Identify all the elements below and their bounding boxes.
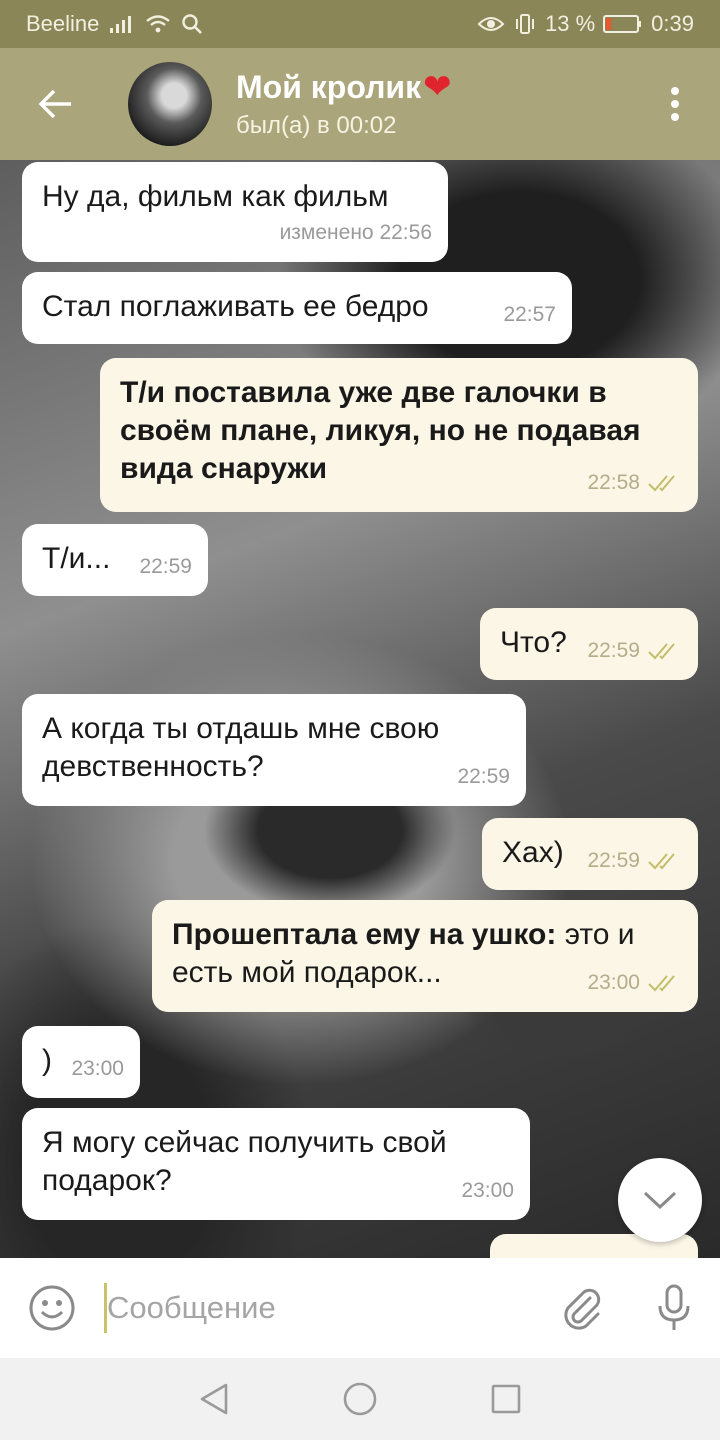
message-time: 22:59: [139, 555, 192, 578]
message-text: Что?: [500, 626, 567, 659]
double-check-icon: [648, 643, 675, 660]
vibrate-icon: [516, 14, 535, 34]
message-bubble[interactable]: Что? 22:59: [480, 608, 698, 680]
message-time: 22:59: [587, 639, 640, 662]
emoji-button[interactable]: [0, 1258, 104, 1358]
chat-title-block[interactable]: Мой кролик ❤ был(а) в 00:02: [236, 69, 452, 140]
scroll-down-button[interactable]: [618, 1158, 702, 1242]
circle-home-icon: [343, 1382, 377, 1416]
mic-button[interactable]: [628, 1258, 720, 1358]
message-time: 23:00: [587, 971, 640, 994]
message-time: 22:58: [587, 471, 640, 494]
message-time: 22:59: [587, 849, 640, 872]
double-check-icon: [648, 475, 675, 492]
message-text: Я могу сейчас получить свой подарок?: [42, 1126, 447, 1197]
message-text: А когда ты отдашь мне свою девственность…: [42, 712, 440, 783]
message-text: Ну да, фильм как фильм: [42, 180, 389, 213]
message-bubble[interactable]: ) 23:00: [22, 1026, 140, 1098]
wifi-icon: [146, 15, 171, 33]
message-bubble[interactable]: Я могу сейчас получить свой подарок? 23:…: [22, 1108, 530, 1220]
message-bubble[interactable]: Ну да, фильм как фильм изменено 22:56: [22, 162, 448, 262]
chat-area[interactable]: Ну да, фильм как фильм изменено 22:56 Ст…: [0, 160, 720, 1258]
double-check-icon: [648, 853, 675, 870]
signal-icon: [110, 16, 132, 33]
chat-title-text: Мой кролик: [236, 68, 422, 105]
chat-header: Мой кролик ❤ был(а) в 00:02: [0, 48, 720, 160]
message-input[interactable]: [104, 1283, 536, 1333]
message-bubble[interactable]: Прошептала ему на ушко: это и есть мой п…: [152, 900, 698, 1012]
triangle-back-icon: [200, 1383, 228, 1415]
message-bubble[interactable]: Т/и поставила уже две галочки в своём пл…: [100, 358, 698, 512]
system-nav-bar: [0, 1358, 720, 1440]
heart-icon: ❤: [423, 68, 452, 106]
last-seen-status: был(а) в 00:02: [236, 111, 397, 139]
carrier-label: Beeline: [26, 11, 100, 36]
message-text: Стал поглаживать ее бедро: [42, 290, 429, 323]
eye-icon: [477, 17, 505, 31]
message-bubble[interactable]: Стал поглаживать ее бедро 22:57: [22, 272, 572, 344]
message-time: 23:00: [461, 1179, 514, 1202]
message-time: 22:57: [503, 303, 556, 326]
double-check-icon: [648, 975, 675, 992]
message-time: 22:59: [457, 765, 510, 788]
microphone-icon: [658, 1284, 690, 1330]
message-time: 23:00: [71, 1057, 124, 1080]
battery-icon: [603, 15, 642, 33]
message-text: Т/и...: [42, 542, 111, 575]
nav-back-button[interactable]: [194, 1379, 234, 1419]
more-options-button[interactable]: [630, 48, 720, 160]
smiley-icon: [29, 1285, 75, 1331]
square-recents-icon: [491, 1384, 521, 1414]
arrow-left-icon: [38, 89, 71, 119]
message-bubble[interactable]: А когда ты отдашь мне свою девственность…: [22, 694, 526, 806]
message-bold-prefix: Прошептала ему на ушко:: [172, 918, 557, 951]
paperclip-icon: [564, 1288, 601, 1330]
avatar[interactable]: [128, 62, 212, 146]
attach-button[interactable]: [536, 1258, 628, 1358]
chat-title: Мой кролик ❤: [236, 69, 452, 106]
message-composer: [0, 1258, 720, 1358]
message-time: изменено 22:56: [279, 221, 432, 244]
status-bar: Beeline 13 % 0:39: [0, 0, 720, 48]
search-icon: [182, 14, 203, 34]
back-button[interactable]: [0, 48, 110, 160]
chevron-down-icon: [643, 1191, 677, 1210]
message-bubble[interactable]: Т/и... 22:59: [22, 524, 208, 596]
message-bubble[interactable]: Хах) 22:59: [482, 818, 698, 890]
message-text: ): [42, 1044, 52, 1077]
message-text: Хах): [502, 836, 564, 869]
battery-percent: 13 %: [545, 11, 596, 36]
nav-home-button[interactable]: [340, 1379, 380, 1419]
clock: 0:39: [651, 11, 694, 36]
nav-recents-button[interactable]: [486, 1379, 526, 1419]
more-vertical-icon: [671, 87, 679, 121]
